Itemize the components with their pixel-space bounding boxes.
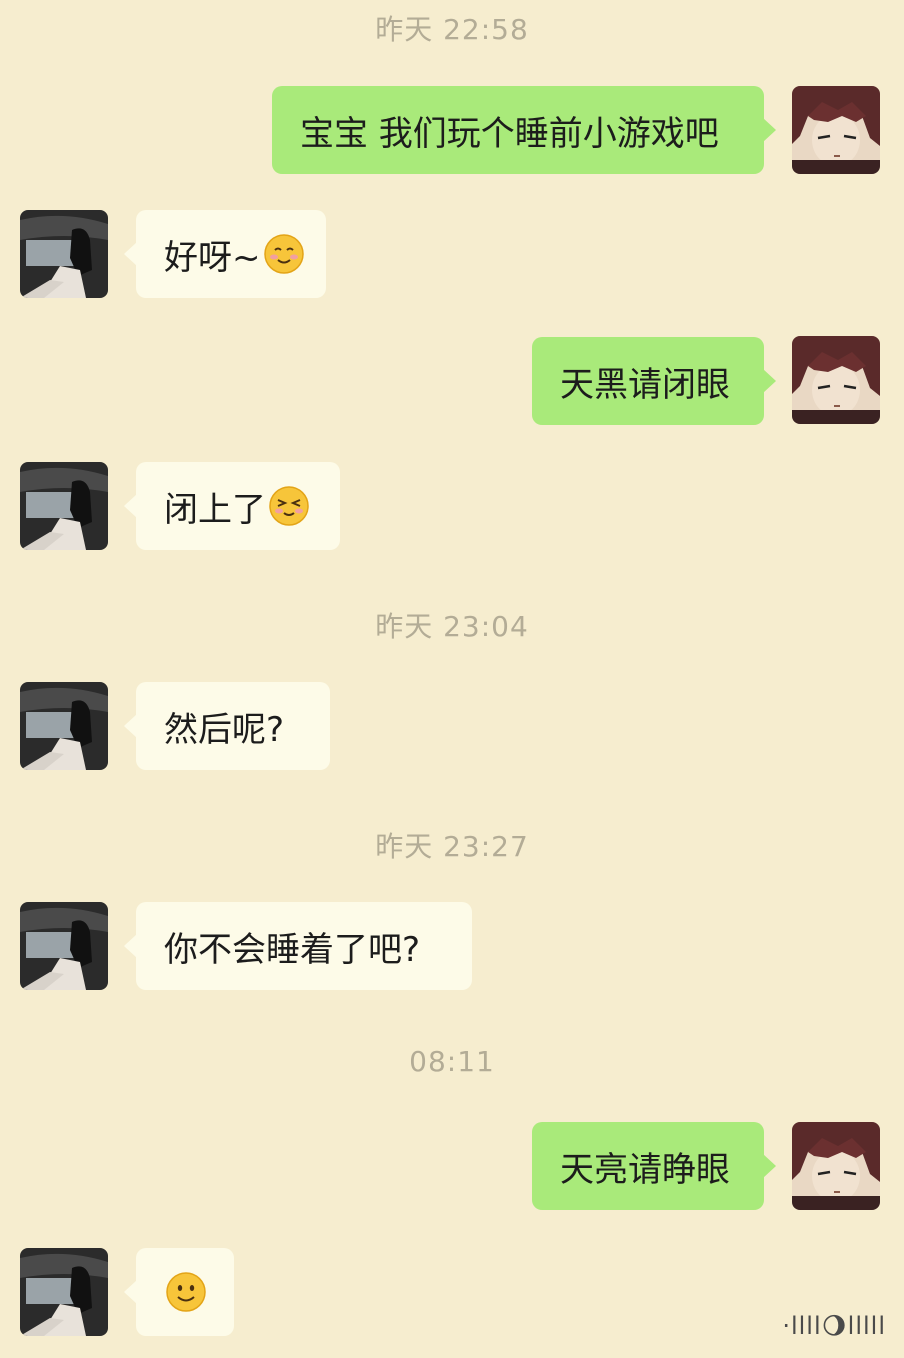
contact-avatar[interactable] bbox=[20, 462, 108, 550]
message-text: 闭上了 bbox=[164, 489, 266, 530]
incoming-message-bubble[interactable] bbox=[124, 1248, 234, 1336]
contact-avatar[interactable] bbox=[20, 1248, 108, 1336]
timestamp: 昨天 22:58 bbox=[375, 13, 529, 46]
incoming-message-bubble[interactable]: 闭上了 bbox=[124, 462, 340, 550]
car-girl-avatar-icon bbox=[20, 902, 108, 990]
incoming-message-bubble[interactable]: 好呀~ bbox=[124, 210, 326, 298]
anime-boy-avatar-icon bbox=[792, 336, 880, 424]
outgoing-message-bubble[interactable]: 天亮请睁眼 bbox=[532, 1122, 776, 1210]
incoming-message-bubble[interactable]: 你不会睡着了吧? bbox=[124, 902, 472, 990]
car-girl-avatar-icon bbox=[20, 1248, 108, 1336]
contact-avatar[interactable] bbox=[20, 210, 108, 298]
message-text: 好呀~ bbox=[164, 237, 261, 278]
car-girl-avatar-icon bbox=[20, 210, 108, 298]
message-text: 你不会睡着了吧? bbox=[164, 929, 421, 970]
my-avatar[interactable] bbox=[792, 86, 880, 174]
message-text: 然后呢? bbox=[164, 709, 285, 750]
my-avatar[interactable] bbox=[792, 1122, 880, 1210]
outgoing-message-bubble[interactable]: 宝宝 我们玩个睡前小游戏吧 bbox=[272, 86, 776, 174]
message-text: 宝宝 我们玩个睡前小游戏吧 bbox=[300, 113, 719, 154]
timestamp: 昨天 23:27 bbox=[375, 830, 529, 863]
message-text: 天黑请闭眼 bbox=[560, 364, 730, 405]
anime-boy-avatar-icon bbox=[792, 1122, 880, 1210]
timestamp: 08:11 bbox=[409, 1045, 495, 1078]
car-girl-avatar-icon bbox=[20, 682, 108, 770]
timestamp: 昨天 23:04 bbox=[375, 610, 529, 643]
contact-avatar[interactable] bbox=[20, 902, 108, 990]
anime-boy-avatar-icon bbox=[792, 86, 880, 174]
car-girl-avatar-icon bbox=[20, 462, 108, 550]
message-text: 天亮请睁眼 bbox=[560, 1149, 730, 1190]
smiling-face-emoji-icon bbox=[263, 233, 305, 275]
contact-avatar[interactable] bbox=[20, 682, 108, 770]
incoming-message-bubble[interactable]: 然后呢? bbox=[124, 682, 330, 770]
smile-face-emoji-icon bbox=[165, 1271, 207, 1313]
watermark: ·llll🌖lllll bbox=[782, 1312, 886, 1340]
my-avatar[interactable] bbox=[792, 336, 880, 424]
outgoing-message-bubble[interactable]: 天黑请闭眼 bbox=[532, 337, 776, 425]
closed-eyes-face-emoji-icon bbox=[268, 485, 310, 527]
